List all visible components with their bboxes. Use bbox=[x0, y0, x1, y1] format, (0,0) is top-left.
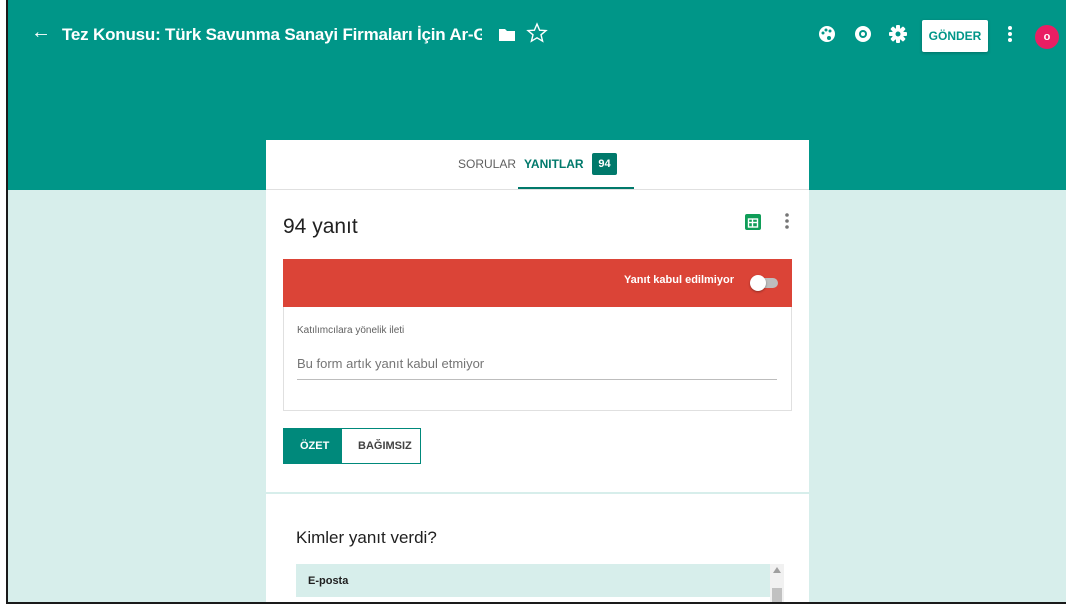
view-toggle: ÖZET BAĞIMSIZ bbox=[283, 428, 421, 464]
individual-view-button[interactable]: BAĞIMSIZ bbox=[342, 428, 421, 464]
avatar[interactable]: o bbox=[1035, 25, 1059, 49]
tab-bar: SORULAR YANITLAR 94 bbox=[266, 140, 809, 190]
respondent-message-input[interactable] bbox=[297, 347, 777, 380]
tab-responses[interactable]: YANITLAR 94 bbox=[518, 140, 634, 189]
respondent-message-label: Katılımcılara yönelik ileti bbox=[297, 325, 405, 336]
toggle-knob bbox=[750, 275, 766, 291]
star-icon[interactable] bbox=[526, 22, 548, 44]
who-responded-title: Kimler yanıt verdi? bbox=[296, 528, 437, 547]
table-scrollbar[interactable] bbox=[770, 564, 784, 602]
folder-icon[interactable] bbox=[498, 27, 516, 42]
more-vert-icon[interactable] bbox=[783, 211, 791, 231]
scroll-up-icon[interactable] bbox=[773, 567, 781, 573]
tab-responses-label: YANITLAR bbox=[524, 157, 584, 171]
responses-card: 94 yanıt Yanıt kabul edilmiyor Katılımcı… bbox=[266, 190, 809, 492]
email-column-header: E-posta bbox=[308, 575, 349, 587]
responses-count-badge: 94 bbox=[592, 153, 617, 175]
app-window: ← Tez Konusu: Türk Savunma Sanayi Firmal… bbox=[6, 0, 1066, 604]
tab-questions[interactable]: SORULAR bbox=[458, 140, 516, 189]
back-arrow-icon[interactable]: ← bbox=[30, 21, 52, 43]
response-count-heading: 94 yanıt bbox=[283, 215, 358, 238]
sheets-icon[interactable] bbox=[745, 214, 761, 230]
gear-icon[interactable] bbox=[888, 24, 908, 44]
scroll-thumb[interactable] bbox=[772, 588, 782, 602]
who-responded-card: Kimler yanıt verdi? E-posta bbox=[266, 494, 809, 602]
more-vert-icon[interactable] bbox=[1006, 24, 1014, 44]
summary-view-button[interactable]: ÖZET bbox=[283, 428, 342, 464]
palette-icon[interactable] bbox=[818, 25, 836, 43]
eye-icon[interactable] bbox=[854, 25, 872, 43]
accepting-responses-toggle[interactable] bbox=[750, 275, 782, 291]
respondent-message-box: Katılımcılara yönelik ileti bbox=[283, 307, 792, 411]
form-title: Tez Konusu: Türk Savunma Sanayi Firmalar… bbox=[62, 25, 482, 44]
send-button[interactable]: GÖNDER bbox=[922, 20, 988, 52]
email-table-header: E-posta bbox=[296, 564, 770, 597]
accepting-responses-banner: Yanıt kabul edilmiyor bbox=[283, 259, 792, 307]
accepting-responses-label: Yanıt kabul edilmiyor bbox=[623, 274, 734, 286]
